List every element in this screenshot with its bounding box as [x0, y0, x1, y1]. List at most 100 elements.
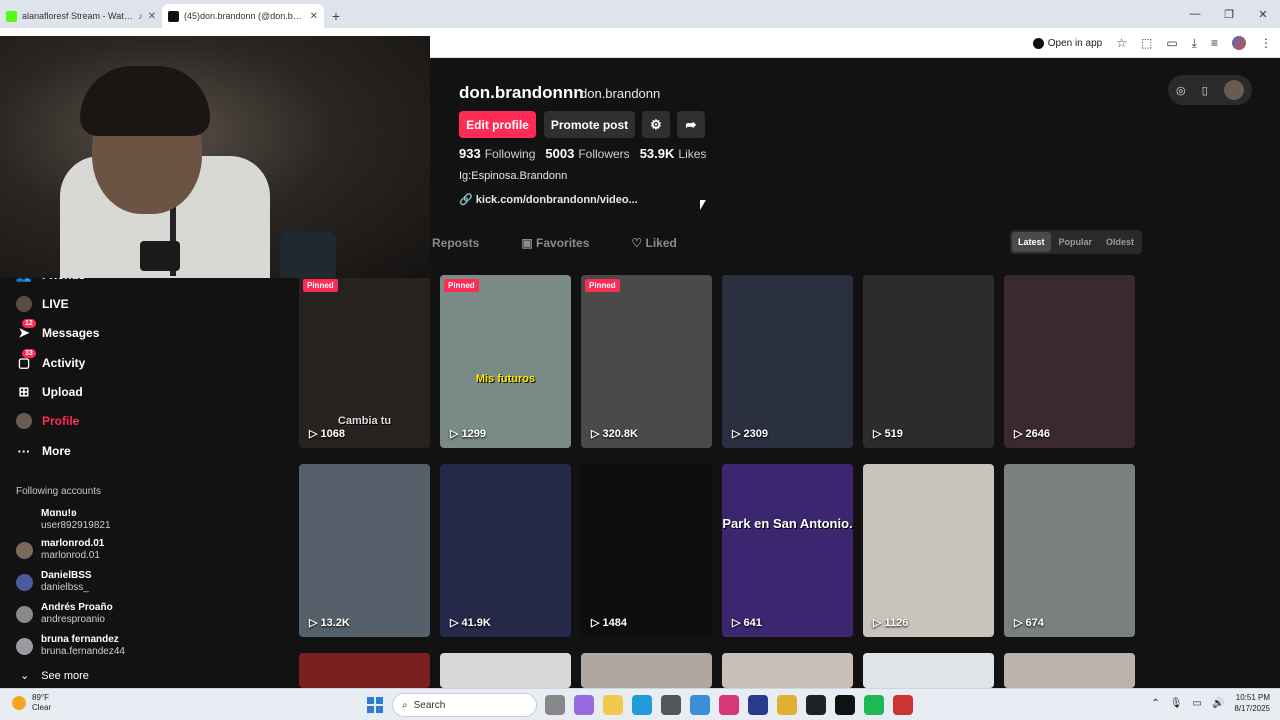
edit-profile-button[interactable]: Edit profile [459, 111, 536, 138]
account-handle: user892919821 [41, 520, 111, 531]
open-in-app-button[interactable]: Open in app [1032, 37, 1102, 49]
star-icon[interactable]: ☆ [1116, 36, 1127, 50]
nav-profile[interactable]: Profile [16, 413, 79, 429]
sort-oldest[interactable]: Oldest [1100, 232, 1140, 252]
profile-link[interactable]: 🔗 kick.com/donbrandonn/video... [459, 193, 638, 206]
following-account-item[interactable]: marlonrod.01 marlonrod.01 [16, 538, 104, 562]
capcut-icon[interactable] [835, 695, 855, 715]
pinned-badge: Pinned [444, 279, 479, 292]
nav-profile-label: Profile [42, 414, 80, 428]
see-more-button[interactable]: ⌄ See more [20, 669, 89, 683]
video-card[interactable] [863, 653, 994, 688]
microphone-icon[interactable]: 🎙 [1170, 698, 1183, 709]
volume-icon[interactable]: 🔊 [1212, 698, 1224, 709]
media-icon[interactable]: ≡ [1211, 36, 1218, 50]
following-account-item[interactable]: Mɑnu!ʚ user892919821 [16, 508, 111, 532]
followers-stat[interactable]: 5003 Followers [545, 146, 629, 161]
browser-tab-1[interactable]: alanafloresf Stream - Watch ♪ ✕ [0, 4, 162, 28]
browser-profile-avatar[interactable] [1232, 36, 1246, 50]
view-count: ▷ 1484 [591, 616, 627, 630]
close-tab-icon[interactable]: ✕ [310, 11, 318, 22]
sort-latest[interactable]: Latest [1012, 232, 1051, 252]
file-explorer-icon[interactable] [603, 695, 623, 715]
speaker-icon[interactable]: ♪ [138, 11, 143, 21]
tab-liked-label: Liked [645, 236, 677, 250]
video-card[interactable]: ▷ 41.9K [440, 464, 571, 637]
new-tab-button[interactable]: + [324, 4, 348, 28]
restore-button[interactable]: ❐ [1212, 0, 1246, 28]
pinned-badge: Pinned [303, 279, 338, 292]
video-card[interactable] [1004, 653, 1135, 688]
store-icon[interactable] [661, 695, 681, 715]
video-card[interactable]: ▷ 2646 [1004, 275, 1135, 448]
chrome-profile-icon[interactable] [893, 695, 913, 715]
video-card[interactable] [722, 653, 853, 688]
display-icon[interactable]: ▭ [1193, 698, 1202, 709]
task-view-icon[interactable] [545, 695, 565, 715]
sidebar-icon[interactable]: ▭ [1166, 36, 1177, 50]
video-card[interactable]: Park en San Antonio. ▷ 641 [722, 464, 853, 637]
likes-stat: 53.9K Likes [640, 146, 707, 161]
instagram-icon[interactable] [719, 695, 739, 715]
tab-favorites-label: Favorites [536, 236, 590, 250]
chrome-icon[interactable] [777, 695, 797, 715]
compass-icon[interactable]: ◎ [1176, 84, 1186, 97]
view-count-text: 519 [884, 427, 903, 440]
close-tab-icon[interactable]: ✕ [148, 11, 156, 22]
photos-icon[interactable] [690, 695, 710, 715]
following-account-item[interactable]: Andrés Proaño andresproanio [16, 602, 113, 626]
following-account-item[interactable]: bruna fernandez bruna.fernandez44 [16, 634, 125, 658]
video-card[interactable] [581, 653, 712, 688]
tab-reposts[interactable]: Reposts [432, 236, 479, 250]
download-icon[interactable]: ⤓ [1192, 36, 1197, 51]
edge-icon[interactable] [632, 695, 652, 715]
nav-activity-label: Activity [42, 356, 86, 370]
taskbar-search[interactable]: ⌕ Search [392, 693, 537, 717]
video-card[interactable]: Pinned Cambia tu ▷ 1068 [299, 275, 430, 448]
nav-upload[interactable]: ⊞ Upload [16, 384, 83, 400]
share-button[interactable]: ➦ [677, 111, 705, 138]
video-card[interactable]: ▷ 2309 [722, 275, 853, 448]
extensions-icon[interactable]: ⬚ [1141, 36, 1152, 50]
sort-popular[interactable]: Popular [1053, 232, 1099, 252]
nav-activity[interactable]: ▢ 33 Activity [16, 349, 86, 371]
start-button[interactable] [367, 697, 383, 713]
obs-icon[interactable] [806, 695, 826, 715]
view-count: ▷ 2309 [732, 427, 768, 441]
tab-favorites[interactable]: ▣ Favorites [521, 236, 589, 250]
kick-favicon-icon [6, 10, 17, 22]
user-avatar[interactable] [1223, 80, 1244, 100]
chevron-up-icon[interactable]: ⌃ [1151, 698, 1159, 709]
following-stat[interactable]: 933 Following [459, 146, 535, 161]
video-card[interactable]: ▷ 674 [1004, 464, 1135, 637]
video-card[interactable]: ▷ 519 [863, 275, 994, 448]
copilot-icon[interactable] [574, 695, 594, 715]
video-card[interactable]: Pinned Mis futuros ▷ 1299 [440, 275, 571, 448]
spotify-icon[interactable] [864, 695, 884, 715]
menu-icon[interactable]: ⋮ [1260, 36, 1272, 50]
video-card[interactable] [299, 653, 430, 688]
app-icon[interactable] [748, 695, 768, 715]
browser-tab-2[interactable]: (45)don.brandonn (@don.bran ✕ [162, 4, 324, 28]
nav-live[interactable]: LIVE [16, 296, 69, 312]
weather-widget[interactable]: 89°F Clear [12, 693, 51, 713]
video-card[interactable]: ▷ 13.2K [299, 464, 430, 637]
more-icon: ··· [17, 443, 31, 459]
tab-liked[interactable]: ♡ Liked [631, 236, 676, 250]
close-window-button[interactable]: ✕ [1246, 0, 1280, 28]
clock[interactable]: 10:51 PM 8/17/2025 [1234, 692, 1270, 714]
settings-button[interactable]: ⚙ [642, 111, 670, 138]
following-account-item[interactable]: DanielBSS danielbss_ [16, 570, 92, 594]
video-card[interactable]: ▷ 1484 [581, 464, 712, 637]
promote-post-button[interactable]: Promote post [544, 111, 635, 138]
view-count: ▷ 1068 [309, 427, 345, 441]
nav-messages[interactable]: ➤ 12 Messages [16, 319, 99, 341]
video-card[interactable] [440, 653, 571, 688]
video-card[interactable]: Pinned ▷ 320.8K [581, 275, 712, 448]
video-card[interactable]: ▷ 1126 [863, 464, 994, 637]
windows-taskbar: 89°F Clear ⌕ Search ⌃ 🎙 ▭ 🔊 10:51 PM 8/1… [0, 688, 1280, 720]
taskbar-search-label: Search [413, 699, 446, 711]
phone-icon[interactable]: ▯ [1202, 84, 1208, 97]
minimize-button[interactable]: — [1178, 0, 1212, 28]
nav-more[interactable]: ··· More [16, 443, 71, 459]
